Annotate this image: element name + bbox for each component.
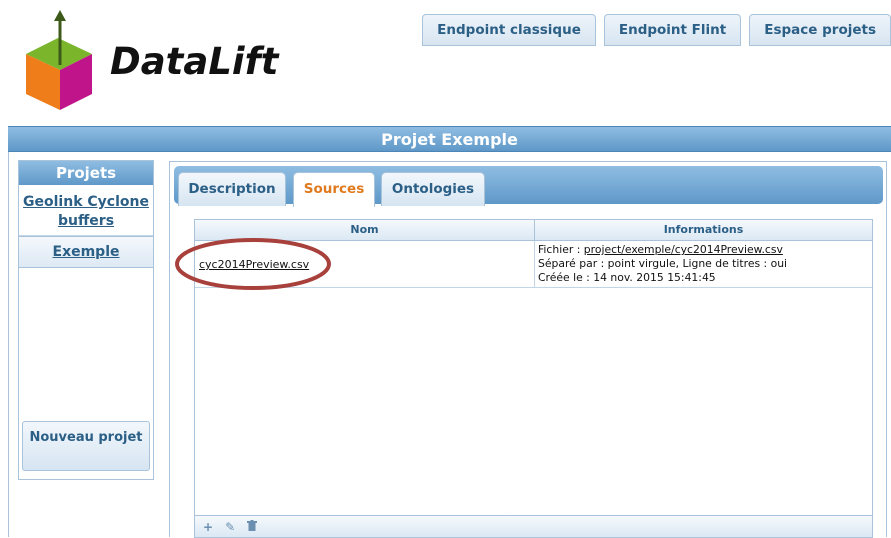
tab-ontologies[interactable]: Ontologies [381,172,485,206]
cell-nom: cyc2014Preview.csv [195,241,535,287]
cell-informations: Fichier : project/exemple/cyc2014Preview… [535,241,872,287]
info-separator-line: Séparé par : point virgule, Ligne de tit… [538,257,788,270]
sidebar-item-geolink-link[interactable]: Geolink Cyclone buffers [23,193,149,231]
main-content: Description Sources Ontologies Nom Infor… [169,161,887,538]
sidebar-item-geolink: Geolink Cyclone buffers [19,185,153,236]
info-fichier-label: Fichier : [538,243,584,256]
table-toolbar: + ✎ [195,515,872,537]
tab-sources[interactable]: Sources [293,172,375,207]
sidebar-item-exemple-link[interactable]: Exemple [19,237,153,267]
datalift-logo-icon [26,10,92,110]
brand-name: DataLift [110,40,279,83]
nav-endpoint-classique-button[interactable]: Endpoint classique [422,14,596,46]
sidebar-header: Projets [19,161,153,185]
project-panel: Projets Geolink Cyclone buffers Exemple … [8,152,891,538]
page-title: Projet Exemple [8,126,891,152]
nav-espace-projets-button[interactable]: Espace projets [749,14,891,46]
tab-bar: Description Sources Ontologies [174,166,883,207]
delete-icon[interactable] [247,520,258,533]
tab-description[interactable]: Description [178,172,286,206]
source-file-link[interactable]: cyc2014Preview.csv [199,258,309,271]
sidebar-item-exemple: Exemple [19,236,153,268]
info-created-line: Créée le : 14 nov. 2015 15:41:45 [538,271,716,284]
info-fichier-line: Fichier : project/exemple/cyc2014Preview… [538,243,869,257]
sources-table: Nom Informations cyc2014Preview.csv Fich… [194,219,873,538]
nav-endpoint-flint-button[interactable]: Endpoint Flint [603,14,742,46]
edit-icon[interactable]: ✎ [225,521,235,533]
projects-sidebar: Projets Geolink Cyclone buffers Exemple … [18,160,154,480]
table-row[interactable]: cyc2014Preview.csv Fichier : project/exe… [195,241,872,288]
table-header: Nom Informations [195,220,872,241]
column-header-informations[interactable]: Informations [535,220,872,240]
new-project-button[interactable]: Nouveau projet [22,421,150,471]
top-nav: Endpoint classique Endpoint Flint Espace… [422,14,891,46]
add-icon[interactable]: + [203,521,213,533]
column-header-nom[interactable]: Nom [195,220,535,240]
info-fichier-path-link[interactable]: project/exemple/cyc2014Preview.csv [584,243,783,256]
